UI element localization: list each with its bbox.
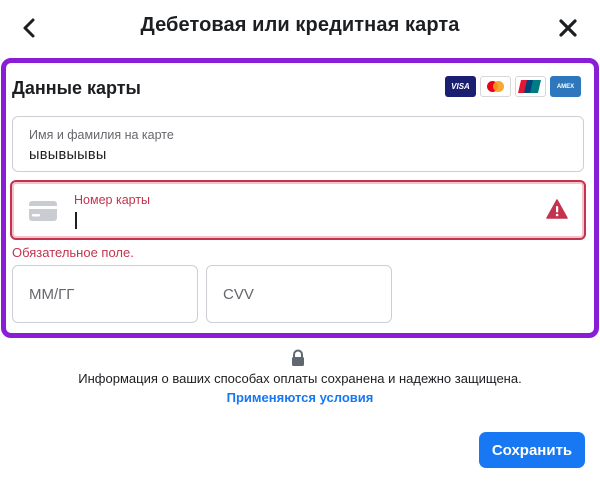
dialog-header: Дебетовая или кредитная карта bbox=[0, 0, 600, 56]
visa-logo-icon: VISA bbox=[445, 76, 476, 97]
card-number-field[interactable]: Номер карты bbox=[10, 180, 586, 240]
unionpay-logo-icon bbox=[515, 76, 546, 97]
text-cursor bbox=[75, 212, 77, 229]
expiry-placeholder: ММ/ГГ bbox=[29, 286, 75, 303]
cvv-field[interactable]: CVV bbox=[206, 265, 392, 323]
credit-card-icon bbox=[29, 201, 57, 221]
cardholder-name-field[interactable]: Имя и фамилия на карте ывывыывы bbox=[12, 116, 584, 172]
card-brands: VISA AMEX bbox=[445, 76, 581, 97]
cardholder-name-label: Имя и фамилия на карте bbox=[29, 128, 174, 142]
dialog-title: Дебетовая или кредитная карта bbox=[140, 14, 460, 36]
card-details-section: Данные карты VISA AMEX Имя и фамилия на … bbox=[1, 58, 599, 338]
save-button[interactable]: Сохранить bbox=[479, 432, 585, 468]
expiry-date-field[interactable]: ММ/ГГ bbox=[12, 265, 198, 323]
cvv-placeholder: CVV bbox=[223, 286, 254, 303]
close-button[interactable] bbox=[554, 14, 582, 42]
card-number-label: Номер карты bbox=[74, 193, 151, 207]
cardholder-name-value[interactable]: ывывыывы bbox=[29, 147, 107, 163]
mastercard-logo-icon bbox=[480, 76, 511, 97]
section-title: Данные карты bbox=[12, 78, 141, 98]
amex-logo-icon: AMEX bbox=[550, 76, 581, 97]
lock-icon bbox=[292, 349, 304, 366]
payment-card-dialog: Дебетовая или кредитная карта Данные кар… bbox=[0, 0, 600, 485]
security-info-text: Информация о ваших способах оплаты сохра… bbox=[78, 371, 522, 386]
terms-link[interactable]: Применяются условия bbox=[0, 390, 600, 405]
card-number-error: Обязательное поле. bbox=[12, 245, 134, 260]
warning-icon bbox=[546, 199, 568, 219]
close-icon bbox=[559, 19, 577, 37]
